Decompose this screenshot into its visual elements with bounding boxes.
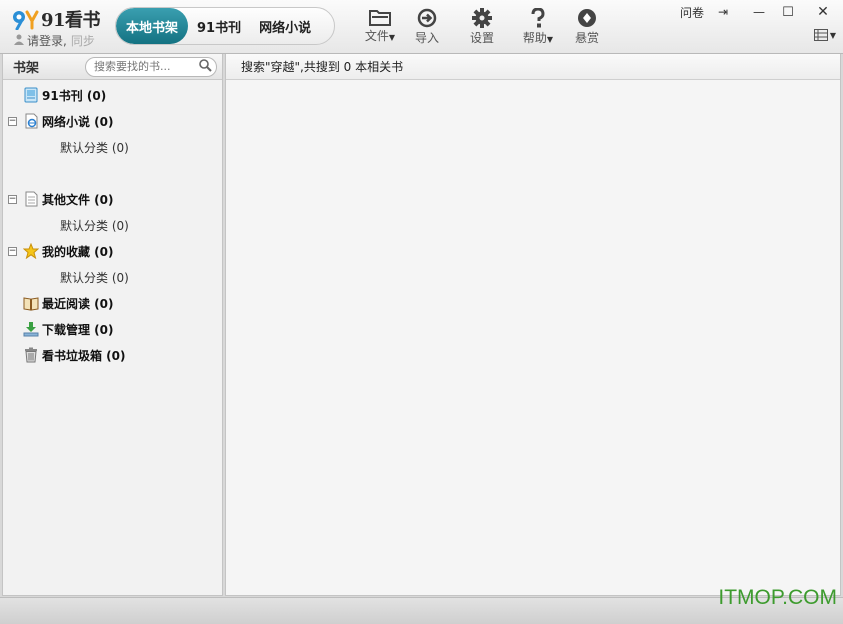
- tree-subitem-default-category[interactable]: 默认分类 (0): [60, 136, 129, 158]
- help-button[interactable]: 帮助▼: [518, 8, 558, 46]
- chevron-down-icon: ▼: [546, 35, 554, 44]
- tree-item-recent-reading[interactable]: 最近阅读 (0): [23, 292, 114, 314]
- collapse-toggle[interactable]: −: [8, 195, 17, 204]
- tab-91-magazine[interactable]: 91书刊: [188, 8, 250, 44]
- tree-subitem-default-category[interactable]: 默认分类 (0): [60, 214, 129, 236]
- book-search-box[interactable]: [85, 56, 217, 77]
- watermark: ITMOP.COM: [718, 586, 837, 609]
- gear-icon: [472, 8, 492, 28]
- logo-icon: [12, 8, 40, 31]
- sync-link[interactable]: 同步: [71, 32, 95, 49]
- minimize-icon[interactable]: —: [746, 2, 772, 22]
- settings-button[interactable]: 设置: [462, 8, 502, 46]
- tree-item-favorites[interactable]: 我的收藏 (0): [22, 240, 114, 262]
- collapse-toggle[interactable]: −: [8, 117, 17, 126]
- reward-button[interactable]: 悬赏: [567, 8, 607, 46]
- login-area[interactable]: 请登录, 同步: [14, 32, 95, 49]
- help-label: 帮助: [522, 31, 547, 45]
- login-link[interactable]: 请登录,: [27, 32, 67, 49]
- tree-item-download-manager[interactable]: 下载管理 (0): [23, 318, 114, 340]
- tree-item-trash[interactable]: 看书垃圾箱 (0): [23, 344, 126, 366]
- close-icon[interactable]: ✕: [808, 2, 838, 22]
- top-bar: 91看书 请登录, 同步 本地书架 91书刊 网络小说 文件▼ 导入 设置 帮助…: [0, 0, 843, 54]
- reward-icon: [578, 9, 596, 27]
- sidebar-title: 书架: [13, 61, 40, 76]
- tree-subitem-default-category[interactable]: 默认分类 (0): [60, 266, 129, 288]
- tree-subitem-label: 默认分类 (0): [60, 270, 129, 285]
- import-label: 导入: [414, 31, 439, 45]
- survey-link[interactable]: 问卷: [676, 2, 708, 22]
- search-result-text: 搜索"穿越",共搜到 0 本相关书: [241, 60, 404, 74]
- book-list-area[interactable]: [226, 80, 840, 595]
- tree-item-other-files[interactable]: 其他文件 (0): [23, 188, 114, 210]
- search-result-header: 搜索"穿越",共搜到 0 本相关书: [226, 54, 840, 80]
- tree-item-web-novel[interactable]: 网络小说 (0): [23, 110, 114, 132]
- view-mode-button[interactable]: ▼: [813, 29, 836, 41]
- file-label: 文件: [364, 29, 389, 43]
- web-doc-icon: [23, 113, 39, 129]
- maximize-icon[interactable]: ☐: [775, 2, 801, 22]
- settings-label: 设置: [469, 31, 494, 45]
- folder-icon: [369, 10, 391, 26]
- tab-bar: 本地书架 91书刊 网络小说: [115, 7, 335, 45]
- tree-item-label: 最近阅读 (0): [42, 296, 114, 311]
- sidebar-header: 书架: [3, 54, 222, 80]
- tree-item-label: 网络小说 (0): [42, 114, 114, 129]
- document-icon: [23, 191, 39, 207]
- open-book-icon: [23, 295, 39, 311]
- app-logo: 91看书: [12, 6, 101, 32]
- pin-icon[interactable]: ⇥: [710, 2, 736, 22]
- file-button[interactable]: 文件▼: [360, 8, 400, 44]
- import-button[interactable]: 导入: [407, 8, 447, 46]
- search-icon[interactable]: [199, 58, 212, 75]
- tree-item-label: 看书垃圾箱 (0): [42, 348, 126, 363]
- book-search-input[interactable]: [94, 60, 194, 73]
- tree-subitem-label: 默认分类 (0): [60, 140, 129, 155]
- star-icon: [22, 242, 40, 260]
- tree-item-label: 下载管理 (0): [42, 322, 114, 337]
- trash-icon: [23, 347, 39, 363]
- status-bar: [0, 597, 843, 624]
- chevron-down-icon: ▼: [829, 30, 836, 40]
- chevron-down-icon: ▼: [388, 33, 396, 42]
- list-view-icon: [813, 29, 828, 41]
- tree-item-label: 91书刊 (0): [42, 88, 107, 103]
- bookshelf-sidebar: 书架 91书刊 (0) − 网络小说 (0) 默认分类 (0) −: [2, 54, 223, 596]
- logo-text: 91看书: [41, 10, 101, 31]
- import-icon: [417, 8, 437, 28]
- main-content-area: 搜索"穿越",共搜到 0 本相关书: [225, 54, 841, 596]
- user-icon: [14, 34, 24, 48]
- question-icon: [531, 8, 545, 28]
- tree-subitem-label: 默认分类 (0): [60, 218, 129, 233]
- tree-item-label: 我的收藏 (0): [42, 244, 114, 259]
- download-icon: [23, 321, 39, 337]
- collapse-toggle[interactable]: −: [8, 247, 17, 256]
- magazine-icon: [23, 87, 39, 103]
- tree-item-91-magazine[interactable]: 91书刊 (0): [23, 84, 106, 106]
- reward-label: 悬赏: [574, 31, 599, 45]
- tree-item-label: 其他文件 (0): [42, 192, 114, 207]
- tab-local-shelf[interactable]: 本地书架: [116, 8, 189, 44]
- tab-web-novel[interactable]: 网络小说: [250, 8, 320, 44]
